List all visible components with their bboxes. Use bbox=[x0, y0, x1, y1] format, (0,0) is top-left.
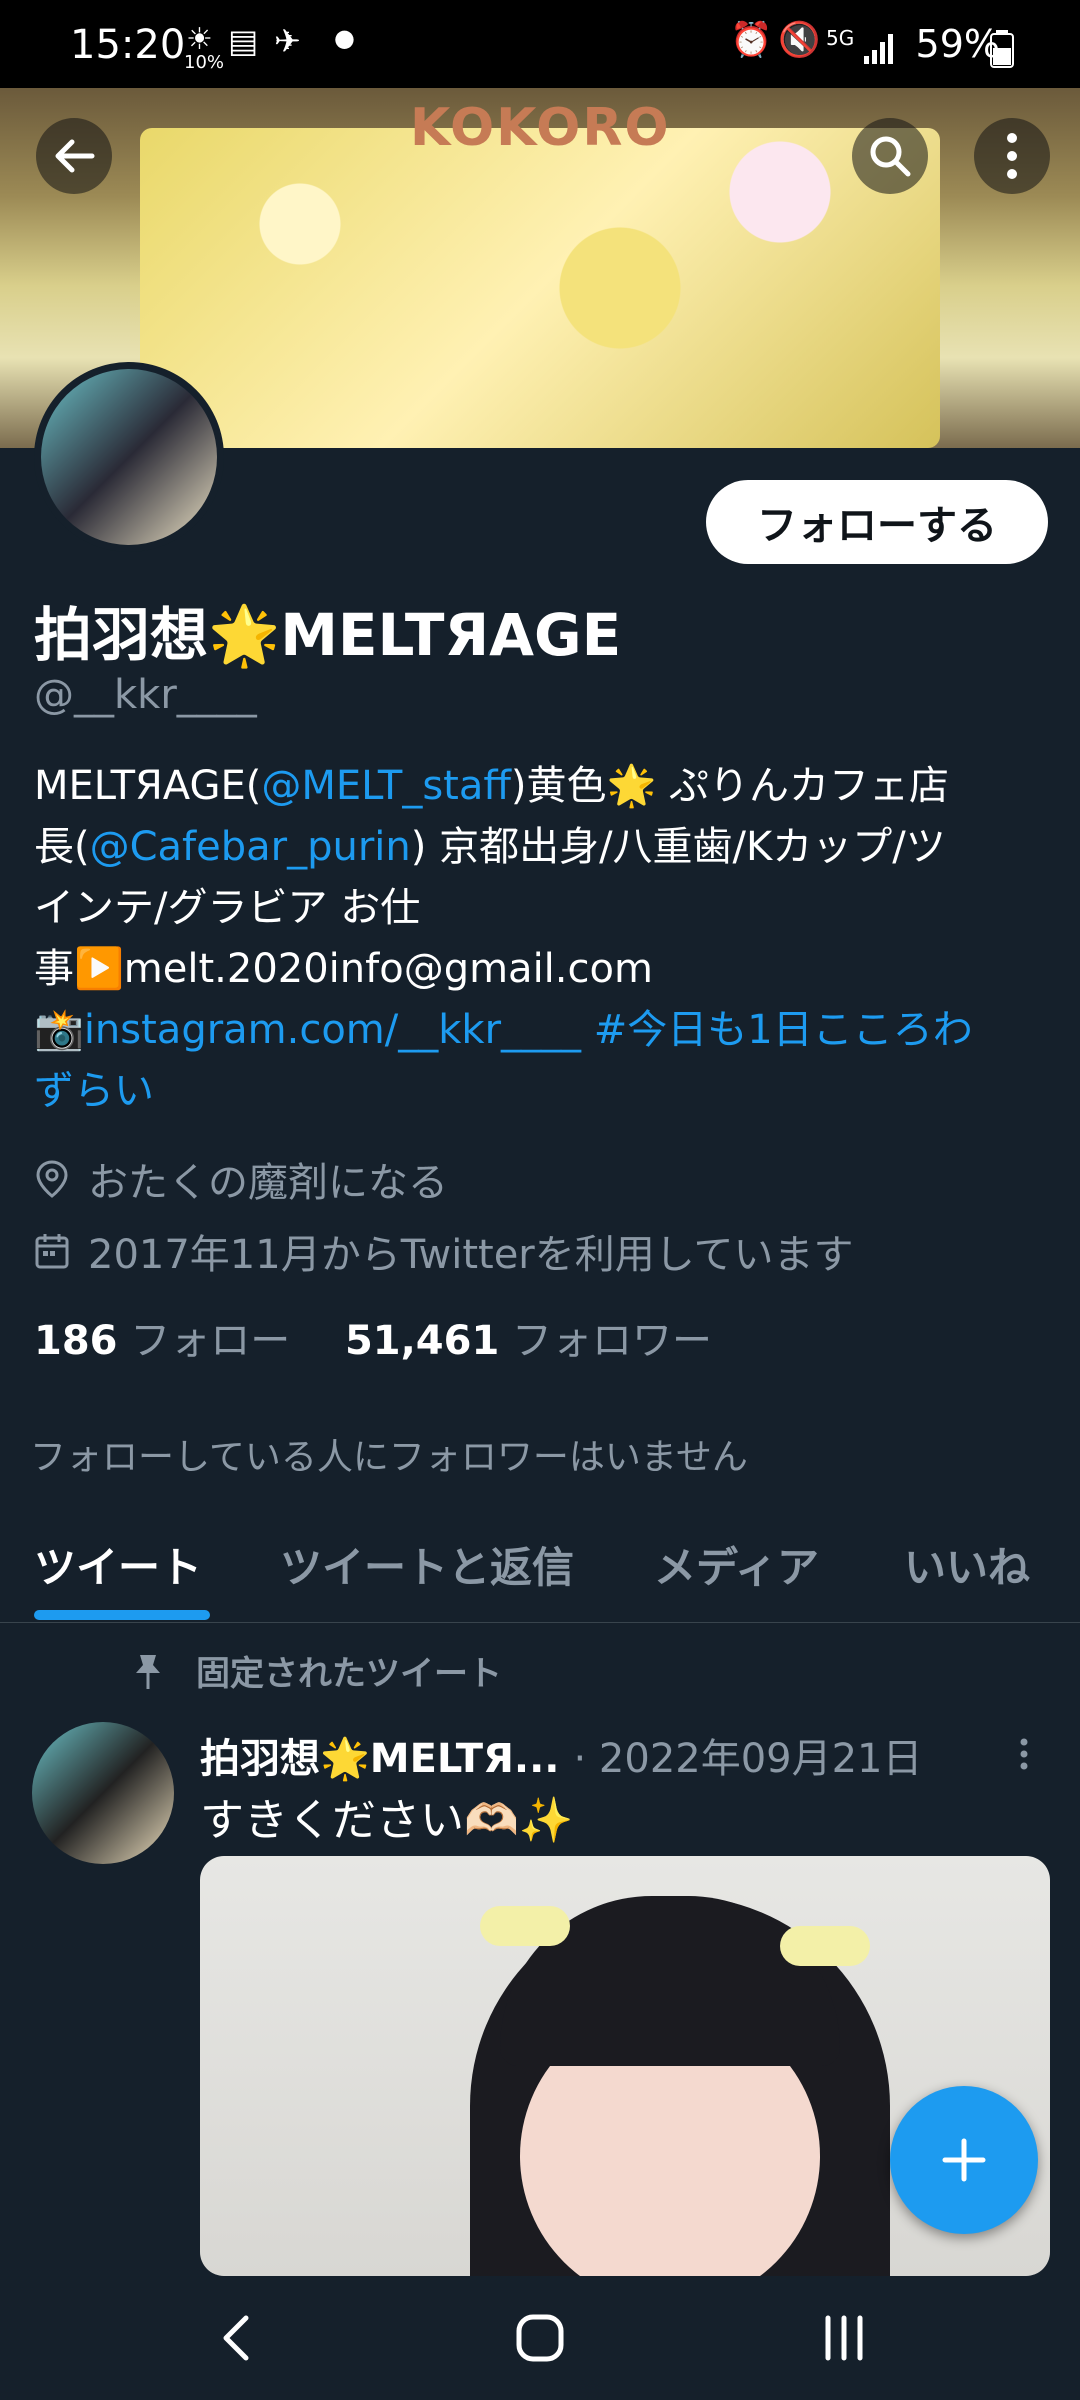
calendar-icon bbox=[35, 1234, 69, 1269]
tweet-avatar[interactable] bbox=[32, 1722, 174, 1864]
profile-bio: MELTЯAGE(@MELT_staff)黄色🌟 ぷりんカフェ店 長(@Cafe… bbox=[34, 756, 1044, 1122]
followers-link[interactable]: 51,461 フォロワー bbox=[345, 1318, 712, 1364]
following-count: 186 bbox=[34, 1318, 118, 1364]
app-notification-icon: ✈ bbox=[274, 22, 301, 60]
pinned-label: 固定されたツイート bbox=[130, 1646, 502, 1695]
status-bar: 15:20 ☀ 10% ▤ ✈ ● ⏰ 🔇 5G 59% bbox=[0, 0, 1080, 88]
bio-text: ) 京都出身/八重歯/Kカップ/ツ bbox=[410, 824, 946, 870]
no-mutual-followers: フォローしている人にフォロワーはいません bbox=[30, 1437, 748, 1478]
mute-icon: 🔇 bbox=[778, 20, 821, 60]
more-options-button[interactable] bbox=[974, 118, 1050, 194]
instagram-link[interactable]: instagram.com/__kkr____ bbox=[84, 1007, 581, 1053]
signal-icon bbox=[864, 34, 893, 64]
joined-text: 2017年11月からTwitterを利用しています bbox=[88, 1232, 854, 1278]
tab-media[interactable]: メディア bbox=[654, 1534, 819, 1595]
more-vertical-icon bbox=[1007, 133, 1017, 179]
bio-text: MELTЯAGE( bbox=[34, 763, 262, 809]
pinned-text: 固定されたツイート bbox=[196, 1654, 502, 1694]
system-nav-bar bbox=[0, 2276, 1080, 2400]
pin-icon bbox=[136, 1654, 160, 1689]
banner-sign: KOKORO bbox=[410, 98, 671, 158]
bio-text: )黄色🌟 ぷりんカフェ店 bbox=[510, 763, 950, 809]
search-button[interactable] bbox=[852, 118, 928, 194]
profile-tabs: ツイート ツイートと返信 メディア いいね bbox=[0, 1494, 1080, 1623]
profile-name: 拍羽想🌟MELTЯAGE bbox=[34, 601, 622, 669]
follow-counts: 186 フォロー 51,461 フォロワー bbox=[34, 1308, 712, 1366]
plus-icon bbox=[942, 2138, 986, 2182]
back-arrow-icon bbox=[55, 139, 95, 173]
news-icon: ▤ bbox=[228, 22, 259, 60]
tab-likes[interactable]: いいね bbox=[904, 1534, 1030, 1595]
tweet-author[interactable]: 拍羽想🌟MELTЯ... bbox=[200, 1726, 559, 1784]
status-time: 15:20 bbox=[70, 22, 186, 68]
camera-icon: 📸 bbox=[34, 1007, 84, 1053]
back-button[interactable] bbox=[36, 118, 112, 194]
banner-flowers bbox=[140, 128, 940, 448]
dot-icon: ● bbox=[334, 24, 355, 52]
tweet-date[interactable]: · 2022年09月21日 bbox=[573, 1726, 922, 1784]
weather-percent: 10% bbox=[184, 52, 225, 73]
following-link[interactable]: 186 フォロー bbox=[34, 1318, 290, 1364]
profile-avatar[interactable] bbox=[34, 362, 224, 552]
nav-recents-icon[interactable] bbox=[820, 2312, 868, 2364]
photo-ribbon bbox=[480, 1906, 570, 1946]
bio-text: 事▶️melt.2020info@gmail.com bbox=[34, 946, 653, 992]
profile-joined: 2017年11月からTwitterを利用しています bbox=[34, 1222, 854, 1280]
photo-ribbon bbox=[780, 1926, 870, 1966]
following-label: フォロー bbox=[130, 1318, 291, 1364]
profile-location: おたくの魔剤になる bbox=[34, 1150, 448, 1208]
battery-level: 59% bbox=[915, 22, 1000, 66]
tweet-text: すきください🫶🏻✨ bbox=[200, 1795, 574, 1846]
followers-label: フォロワー bbox=[512, 1318, 713, 1364]
tweet-more-icon[interactable] bbox=[1014, 1728, 1034, 1788]
active-tab-indicator bbox=[34, 1610, 210, 1620]
mention-link[interactable]: @Cafebar_purin bbox=[90, 824, 411, 870]
alarm-icon: ⏰ bbox=[730, 20, 773, 60]
hashtag-link[interactable]: #今日も1日こころわ bbox=[594, 1007, 973, 1053]
follow-button[interactable]: フォローする bbox=[706, 480, 1048, 564]
location-text: おたくの魔剤になる bbox=[88, 1160, 448, 1206]
followers-count: 51,461 bbox=[344, 1318, 500, 1364]
location-pin-icon bbox=[36, 1160, 68, 1198]
bio-text: インテ/グラビア お仕 bbox=[34, 885, 421, 931]
nav-back-icon[interactable] bbox=[214, 2312, 258, 2364]
bio-text: 長( bbox=[34, 824, 90, 870]
battery-icon bbox=[990, 30, 1014, 68]
compose-tweet-button[interactable] bbox=[890, 2086, 1038, 2234]
mention-link[interactable]: @MELT_staff bbox=[261, 763, 511, 809]
hashtag-link-cont[interactable]: ずらい bbox=[34, 1061, 1044, 1122]
tweet-header: 拍羽想🌟MELTЯ... · 2022年09月21日 bbox=[200, 1726, 923, 1784]
tab-tweets[interactable]: ツイート bbox=[34, 1534, 202, 1595]
nav-home-icon[interactable] bbox=[514, 2312, 566, 2364]
network-type: 5G bbox=[826, 26, 855, 50]
search-icon bbox=[870, 136, 911, 177]
profile-handle: @__kkr____ bbox=[34, 672, 257, 718]
tab-tweets-replies[interactable]: ツイートと返信 bbox=[280, 1534, 574, 1595]
